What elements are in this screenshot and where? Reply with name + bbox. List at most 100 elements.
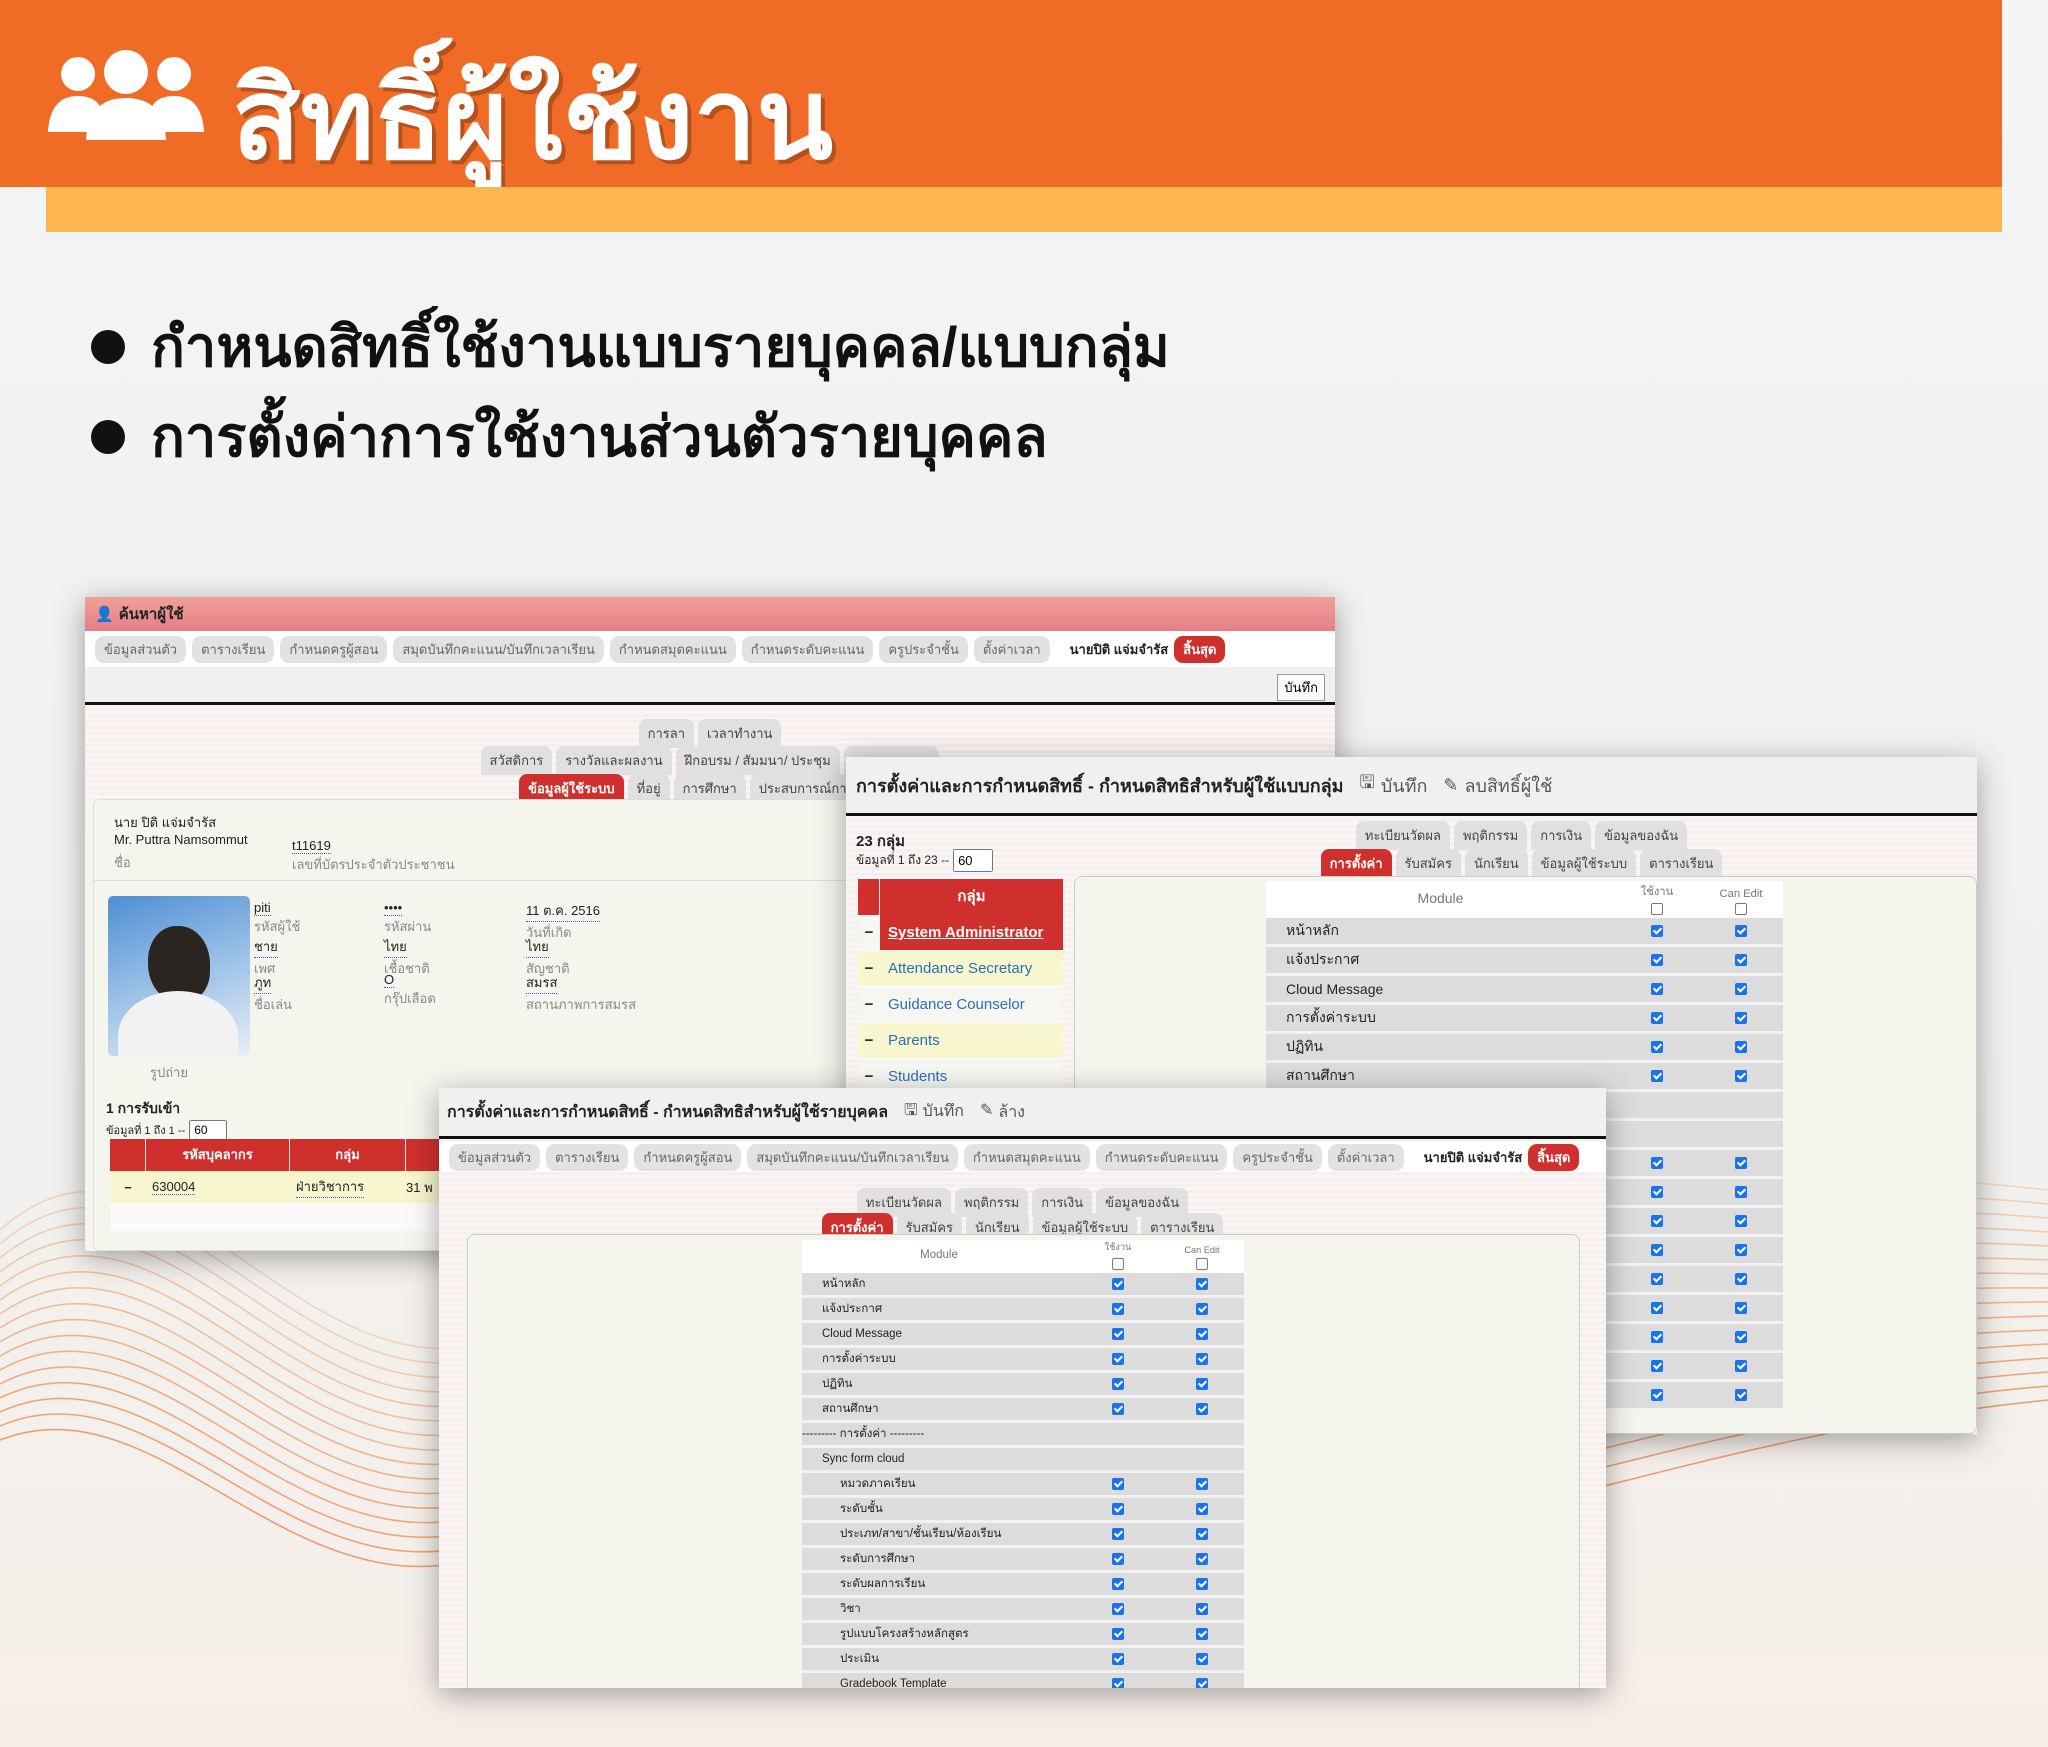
use-checkbox[interactable] [1651,1360,1663,1372]
use-checkbox[interactable] [1651,1302,1663,1314]
nav-item[interactable]: ครูประจำชั้น [1233,1143,1322,1171]
field-value[interactable]: ไทย [526,936,549,958]
tab[interactable]: ตารางเรียน [1640,849,1723,878]
use-checkbox[interactable] [1112,1603,1124,1615]
edit-checkbox[interactable] [1196,1278,1208,1290]
edit-checkbox[interactable] [1735,1389,1747,1401]
edit-checkbox[interactable] [1196,1628,1208,1640]
use-checkbox[interactable] [1651,1215,1663,1227]
nav-item[interactable]: กำหนดสมุดคะแนน [963,1143,1090,1171]
use-checkbox[interactable] [1651,1273,1663,1285]
edit-checkbox[interactable] [1735,1331,1747,1343]
edit-checkbox[interactable] [1196,1528,1208,1540]
page-size-input[interactable] [953,849,994,872]
select-all-checkbox[interactable] [1196,1258,1208,1270]
staff-code[interactable]: 630004 [152,1179,196,1195]
edit-checkbox[interactable] [1735,1041,1747,1053]
collapse-icon[interactable]: − [858,924,880,941]
edit-checkbox[interactable] [1196,1503,1208,1515]
remove-permission-button[interactable]: ✎ ลบสิทธิ์ผู้ใช้ [1443,771,1552,800]
use-checkbox[interactable] [1112,1553,1124,1565]
edit-checkbox[interactable] [1735,1215,1747,1227]
field-value[interactable]: ไทย [384,936,407,958]
edit-checkbox[interactable] [1196,1653,1208,1665]
use-checkbox[interactable] [1651,925,1663,937]
group-item[interactable]: − Guidance Counselor [858,987,1063,1023]
tab[interactable]: การลา [638,719,694,748]
edit-checkbox[interactable] [1735,954,1747,966]
use-checkbox[interactable] [1112,1478,1124,1490]
edit-checkbox[interactable] [1735,1157,1747,1169]
tab[interactable]: ทะเบียนวัดผล [1355,821,1450,850]
tab[interactable]: การตั้งค่า [1320,849,1392,878]
logout-button[interactable]: สิ้นสุด [1528,1143,1580,1171]
nav-item[interactable]: ตารางเรียน [192,635,275,663]
collapse-icon[interactable]: − [858,1032,880,1049]
tab[interactable]: สวัสดิการ [480,746,553,775]
use-checkbox[interactable] [1112,1378,1124,1390]
use-checkbox[interactable] [1112,1353,1124,1365]
use-checkbox[interactable] [1651,1070,1663,1082]
tab[interactable]: รางวัลและผลงาน [556,746,672,775]
id-value[interactable]: t11619 [292,838,331,854]
edit-checkbox[interactable] [1196,1328,1208,1340]
group-item[interactable]: − System Administrator [858,915,1063,951]
save-button[interactable]: 🖫 บันทึก [1360,770,1428,800]
tab[interactable]: ข้อมูลผู้ใช้ระบบ [1531,849,1637,878]
use-checkbox[interactable] [1112,1628,1124,1640]
edit-checkbox[interactable] [1196,1353,1208,1365]
field-value[interactable]: •••• [384,900,403,916]
use-checkbox[interactable] [1651,1157,1663,1169]
field-value[interactable]: 11 ต.ค. 2516 [526,900,601,922]
nav-item[interactable]: กำหนดสมุดคะแนน [609,635,736,663]
use-checkbox[interactable] [1651,1041,1663,1053]
tab[interactable]: ฝึกอบรม / สัมมนา/ ประชุม [675,746,840,775]
use-checkbox[interactable] [1112,1278,1124,1290]
edit-checkbox[interactable] [1196,1603,1208,1615]
edit-checkbox[interactable] [1196,1578,1208,1590]
edit-checkbox[interactable] [1735,1273,1747,1285]
tab[interactable]: นักเรียน [1464,849,1528,878]
use-checkbox[interactable] [1112,1303,1124,1315]
use-checkbox[interactable] [1112,1403,1124,1415]
tab[interactable]: ข้อมูลของฉัน [1595,821,1688,850]
edit-checkbox[interactable] [1196,1403,1208,1415]
nav-item[interactable]: กำหนดครูผู้สอน [280,635,388,663]
group-item[interactable]: − Parents [858,1023,1063,1059]
use-checkbox[interactable] [1112,1503,1124,1515]
nav-item[interactable]: สมุดบันทึกคะแนน/บันทึกเวลาเรียน [393,635,604,663]
group-name[interactable]: ฝ่ายวิชาการ [296,1176,365,1198]
use-checkbox[interactable] [1112,1678,1124,1688]
save-button[interactable]: 🖫 บันทึก [904,1099,964,1126]
edit-checkbox[interactable] [1735,1186,1747,1198]
field-value[interactable]: piti [254,900,271,916]
edit-checkbox[interactable] [1196,1553,1208,1565]
use-checkbox[interactable] [1651,954,1663,966]
nav-item[interactable]: กำหนดระดับคะแนน [1095,1143,1228,1171]
edit-checkbox[interactable] [1196,1303,1208,1315]
nav-item[interactable]: กำหนดครูผู้สอน [634,1143,742,1171]
tab[interactable]: การเงิน [1531,821,1592,850]
clear-button[interactable]: ✎ ล้าง [980,1100,1025,1125]
nav-item[interactable]: ครูประจำชั้น [879,635,968,663]
group-name[interactable]: Guidance Counselor [880,987,1063,1022]
collapse-icon[interactable]: − [858,960,880,977]
use-checkbox[interactable] [1651,1012,1663,1024]
use-checkbox[interactable] [1651,1186,1663,1198]
select-all-checkbox[interactable] [1112,1258,1124,1270]
edit-checkbox[interactable] [1735,925,1747,937]
use-checkbox[interactable] [1112,1578,1124,1590]
field-value[interactable]: ชาย [254,936,278,958]
edit-checkbox[interactable] [1735,983,1747,995]
use-checkbox[interactable] [1651,983,1663,995]
use-checkbox[interactable] [1651,1331,1663,1343]
nav-item[interactable]: ตั้งค่าเวลา [973,635,1050,663]
tab[interactable]: เวลาทำงาน [698,719,782,748]
edit-checkbox[interactable] [1196,1678,1208,1688]
edit-checkbox[interactable] [1735,1012,1747,1024]
page-size-input[interactable] [189,1120,228,1140]
group-item[interactable]: − Attendance Secretary [858,951,1063,987]
field-value[interactable]: สมรส [526,972,558,994]
use-checkbox[interactable] [1112,1653,1124,1665]
nav-item[interactable]: ข้อมูลส่วนตัว [449,1143,541,1171]
